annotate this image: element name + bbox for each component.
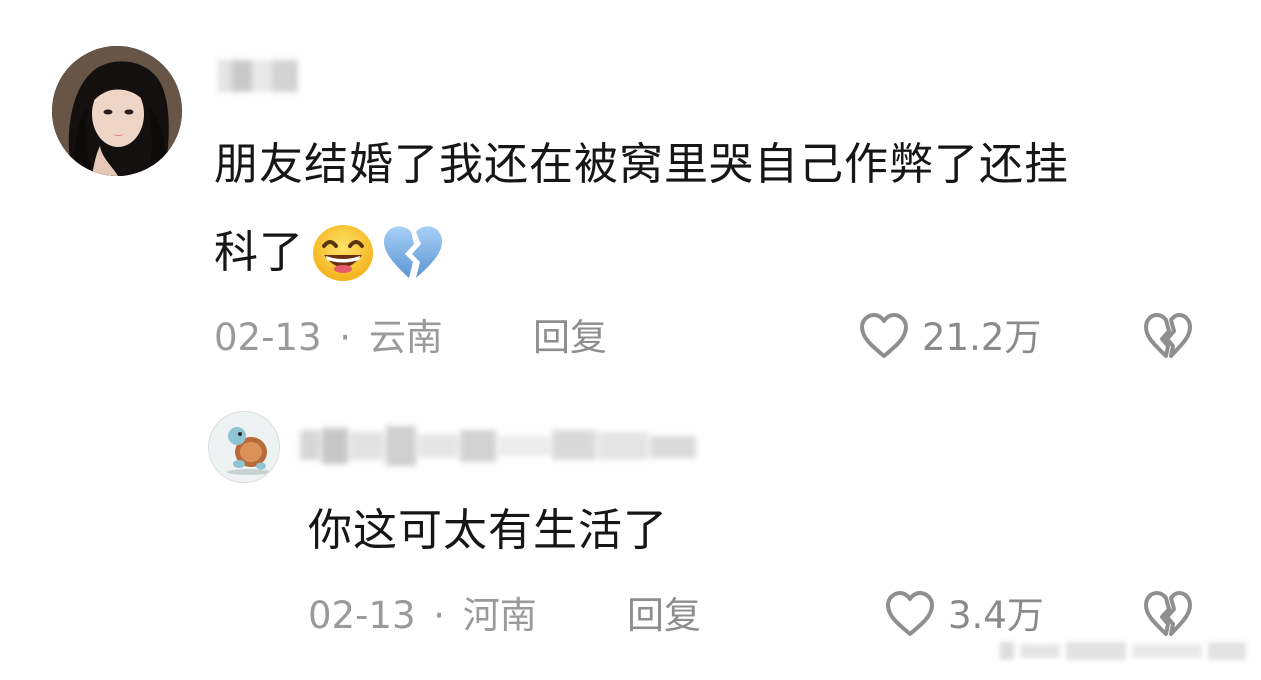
like-count: 21.2万 [922,316,1042,359]
dislike-button[interactable] [1142,590,1194,640]
like-count: 3.4万 [948,594,1044,637]
comment-text-line: 科了 [214,220,446,286]
comment-meta: 02-13 · 云南 [214,316,443,360]
comment-meta: 02-13 · 河南 [308,594,537,638]
comment-thread: 朋友结婚了我还在被窝里哭自己作弊了还挂 科了 02-13 · 云南 回复 21.… [0,0,1261,680]
reply-button[interactable]: 回复 [533,316,607,360]
like-button[interactable] [858,312,910,362]
comment-date: 02-13 [214,316,322,359]
dislike-button[interactable] [1142,312,1194,362]
user-avatar[interactable] [52,46,182,176]
broken-heart-outline-icon [1144,591,1192,636]
comment-date: 02-13 [308,594,416,637]
grinning-squinting-face-icon [310,222,376,284]
like-button[interactable] [884,590,936,640]
reply-button[interactable]: 回复 [627,594,701,638]
username-blurred[interactable] [300,420,700,474]
broken-heart-outline-icon [1144,313,1192,358]
comment-location: 河南 [462,594,537,637]
avatar-photo [209,412,279,482]
avatar-photo [52,46,182,176]
blurred-name-block [300,426,696,466]
user-avatar[interactable] [208,411,280,483]
comment-text-line: 朋友结婚了我还在被窝里哭自己作弊了还挂 [214,139,1069,190]
comment-location: 云南 [368,316,443,359]
meta-separator: · [433,594,446,637]
heart-outline-icon [860,313,908,358]
reply-text: 你这可太有生活了 [308,505,668,556]
heart-outline-icon [886,591,934,636]
broken-heart-icon [380,222,446,284]
meta-separator: · [339,316,352,359]
blurred-name-block [218,60,298,92]
comment-text-tail: 科了 [214,227,304,278]
watermark [1000,636,1250,666]
username-blurred[interactable] [218,58,300,94]
watermark-blur [1000,642,1246,660]
